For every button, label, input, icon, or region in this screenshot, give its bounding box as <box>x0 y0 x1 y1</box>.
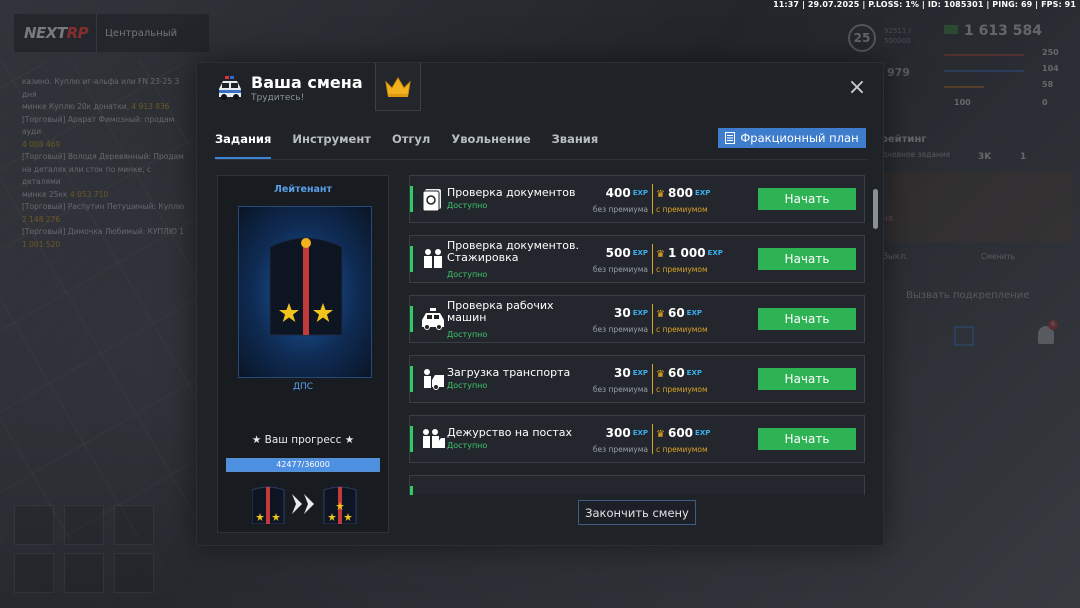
task-row: Проверка рабочих машин Доступно 30 EXP без п… <box>409 295 865 343</box>
with-premium-label: с премиумом <box>656 325 708 334</box>
task-reward-premium: ♛ 600 EXP <box>656 426 711 440</box>
task-reward-premium: ♛ 800 EXP <box>656 186 711 200</box>
task-reward-normal: 30 EXP <box>613 306 648 320</box>
reward-separator <box>652 424 653 454</box>
task-list-scrollbar[interactable] <box>873 189 878 229</box>
task-name: Загрузка транспорта <box>447 366 571 379</box>
modal-header: Ваша смена Трудитесь! × <box>197 63 883 119</box>
task-reward-premium: ♛ 60 EXP <box>656 306 702 320</box>
start-task-button[interactable]: Начать <box>758 188 856 210</box>
without-premium-label: без премиума <box>592 205 648 214</box>
with-premium-label: с премиумом <box>656 445 708 454</box>
reward-separator <box>652 184 653 214</box>
with-premium-label: с премиумом <box>656 265 708 274</box>
crown-icon <box>385 76 411 97</box>
modal-tabs: Задания Инструмент Отгул Увольнение Зван… <box>215 129 619 159</box>
crown-icon: ♛ <box>656 309 665 320</box>
crown-icon: ♛ <box>656 189 665 200</box>
reward-separator <box>652 304 653 334</box>
task-row: Проверка документов. Стажировка Доступно 5… <box>409 235 865 283</box>
task-row-partial <box>409 475 865 495</box>
status-bar: 11:37 | 29.07.2025 | P.LOSS: 1% | ID: 10… <box>773 0 1076 9</box>
task-status: Доступно <box>447 381 488 390</box>
task-reward-normal: 400 EXP <box>605 186 648 200</box>
with-premium-label: с премиумом <box>656 205 708 214</box>
tab-ranks[interactable]: Звания <box>552 129 599 159</box>
task-status: Доступно <box>447 441 488 450</box>
task-row: Дежурство на постах Доступно 300 EXP без пре… <box>409 415 865 463</box>
rank-progress-text: 42477/36000 <box>276 460 330 469</box>
task-list: Проверка документов Доступно 400 EXP без пре… <box>407 175 865 495</box>
start-task-button[interactable]: Начать <box>758 308 856 330</box>
reward-separator <box>652 244 653 274</box>
task-reward-normal: 300 EXP <box>605 426 648 440</box>
rank-upgrade-icon <box>252 486 357 524</box>
close-button[interactable]: × <box>847 77 867 99</box>
tab-dismissal[interactable]: Увольнение <box>451 129 530 159</box>
rank-panel: Лейтенант ДПС ★ Ваш прогресс ★ 42477/360… <box>217 175 389 533</box>
task-reward-premium: ♛ 60 EXP <box>656 366 702 380</box>
premium-crown-tab[interactable] <box>375 63 421 111</box>
with-premium-label: с премиумом <box>656 385 708 394</box>
without-premium-label: без премиума <box>592 445 648 454</box>
task-status: Доступно <box>447 270 488 279</box>
task-name: Дежурство на постах <box>447 426 572 439</box>
rank-progress-bar: 42477/36000 <box>226 458 380 472</box>
task-name: Проверка рабочих машин <box>447 299 554 324</box>
start-task-button[interactable]: Начать <box>758 428 856 450</box>
rank-department: ДПС <box>292 382 314 392</box>
task-reward-normal: 30 EXP <box>613 366 648 380</box>
rank-name: Лейтенант <box>274 184 332 195</box>
tow-truck-icon <box>424 369 444 390</box>
task-reward-premium: ♛ 1 000 EXP <box>656 246 723 260</box>
documents-icon <box>422 189 441 212</box>
task-status: Доступно <box>447 330 488 339</box>
start-task-button[interactable]: Начать <box>758 248 856 270</box>
police-car-icon <box>219 76 241 100</box>
crown-icon: ♛ <box>656 249 665 260</box>
officers-icon <box>424 249 442 268</box>
tab-tasks[interactable]: Задания <box>215 129 272 159</box>
modal-title: Ваша смена <box>251 73 363 92</box>
tab-instrument[interactable]: Инструмент <box>292 129 371 159</box>
modal-subtitle: Трудитесь! <box>251 93 305 103</box>
task-row: Проверка документов Доступно 400 EXP без пре… <box>409 175 865 223</box>
rank-insignia-card <box>238 206 372 378</box>
task-name: Проверка документов <box>447 186 576 199</box>
crown-icon: ♛ <box>656 369 665 380</box>
task-name: Проверка документов. Стажировка <box>447 239 579 264</box>
finish-shift-button[interactable]: Закончить смену <box>578 500 696 525</box>
without-premium-label: без премиума <box>592 265 648 274</box>
duty-post-icon <box>423 429 445 448</box>
shoulder-strap-icon <box>269 237 343 336</box>
document-icon <box>725 132 736 144</box>
task-reward-normal: 500 EXP <box>605 246 648 260</box>
task-row: Загрузка транспорта Доступно 30 EXP без прем… <box>409 355 865 403</box>
without-premium-label: без премиума <box>592 325 648 334</box>
reward-separator <box>652 364 653 394</box>
tabs-divider <box>215 159 867 160</box>
without-premium-label: без премиума <box>592 385 648 394</box>
police-car-icon <box>422 308 444 330</box>
tab-day-off[interactable]: Отгул <box>392 129 430 159</box>
progress-label: ★ Ваш прогресс ★ <box>251 434 355 446</box>
faction-plan-button[interactable]: Фракционный план <box>718 128 866 148</box>
task-status: Доступно <box>447 201 488 210</box>
crown-icon: ♛ <box>656 429 665 440</box>
start-task-button[interactable]: Начать <box>758 368 856 390</box>
shift-modal: Ваша смена Трудитесь! × Задания Инструме… <box>196 62 884 546</box>
